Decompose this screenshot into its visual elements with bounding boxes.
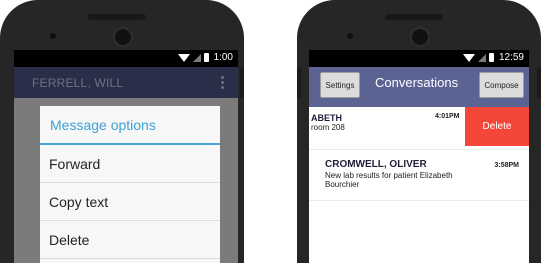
delete-button[interactable]: Delete bbox=[465, 107, 529, 146]
volume-button bbox=[297, 68, 301, 98]
dialog-title: Message options bbox=[40, 106, 220, 145]
conversation-name: CROMWELL, OLIVER bbox=[325, 159, 427, 170]
signal-icon bbox=[477, 53, 486, 62]
power-button bbox=[537, 68, 541, 98]
status-bar: 12:59 bbox=[309, 50, 529, 67]
status-time: 12:59 bbox=[498, 52, 524, 63]
page-title: Conversations bbox=[375, 75, 459, 90]
option-label: Copy text bbox=[49, 194, 109, 210]
wifi-icon bbox=[177, 53, 190, 62]
app-bar: FERRELL, WILL bbox=[14, 67, 238, 98]
status-bar: 1:00 bbox=[14, 50, 238, 67]
right-phone: 12:59 Settings Conversations Compose ABE… bbox=[297, 0, 541, 263]
option-label: Delete bbox=[49, 232, 90, 248]
speaker-grille bbox=[385, 14, 443, 20]
settings-button[interactable]: Settings bbox=[320, 72, 360, 98]
right-screen: 12:59 Settings Conversations Compose ABE… bbox=[309, 50, 529, 263]
option-label: Forward bbox=[49, 156, 101, 172]
message-options-dialog: Message options Forward Copy text Delete bbox=[40, 106, 220, 263]
app-bar: Settings Conversations Compose bbox=[309, 67, 529, 107]
battery-icon bbox=[203, 53, 209, 62]
proximity-sensor bbox=[347, 33, 353, 39]
left-screen: 1:00 FERRELL, WILL Message options Forwa… bbox=[14, 50, 238, 263]
option-delete[interactable]: Delete bbox=[40, 221, 220, 259]
conversation-list: ABETH room 208 4:01PM Delete CROMWELL, O… bbox=[309, 107, 529, 263]
battery-icon bbox=[488, 53, 494, 62]
compose-button[interactable]: Compose bbox=[479, 72, 524, 98]
page-title: FERRELL, WILL bbox=[32, 76, 124, 90]
conversation-name: ABETH bbox=[311, 113, 342, 123]
front-camera bbox=[410, 27, 430, 47]
option-forward[interactable]: Forward bbox=[40, 145, 220, 183]
signal-icon bbox=[192, 53, 201, 62]
conversation-time: 3:58PM bbox=[494, 162, 519, 169]
option-copy-text[interactable]: Copy text bbox=[40, 183, 220, 221]
status-time: 1:00 bbox=[213, 52, 233, 63]
proximity-sensor bbox=[50, 33, 56, 39]
dialog-title-text: Message options bbox=[50, 117, 156, 133]
wifi-icon bbox=[462, 53, 475, 62]
conversation-time: 4:01PM bbox=[435, 113, 460, 120]
left-phone: 1:00 FERRELL, WILL Message options Forwa… bbox=[0, 0, 244, 263]
front-camera bbox=[113, 27, 133, 47]
list-item[interactable]: ABETH room 208 4:01PM Delete bbox=[309, 107, 529, 146]
conversation-preview: New lab results for patient Elizabeth Bo… bbox=[325, 171, 453, 189]
volume-button bbox=[240, 68, 244, 98]
overflow-menu-icon[interactable] bbox=[221, 76, 224, 89]
speaker-grille bbox=[88, 14, 146, 20]
conversation-preview: room 208 bbox=[311, 123, 345, 132]
list-item[interactable]: CROMWELL, OLIVER New lab results for pat… bbox=[309, 149, 529, 201]
